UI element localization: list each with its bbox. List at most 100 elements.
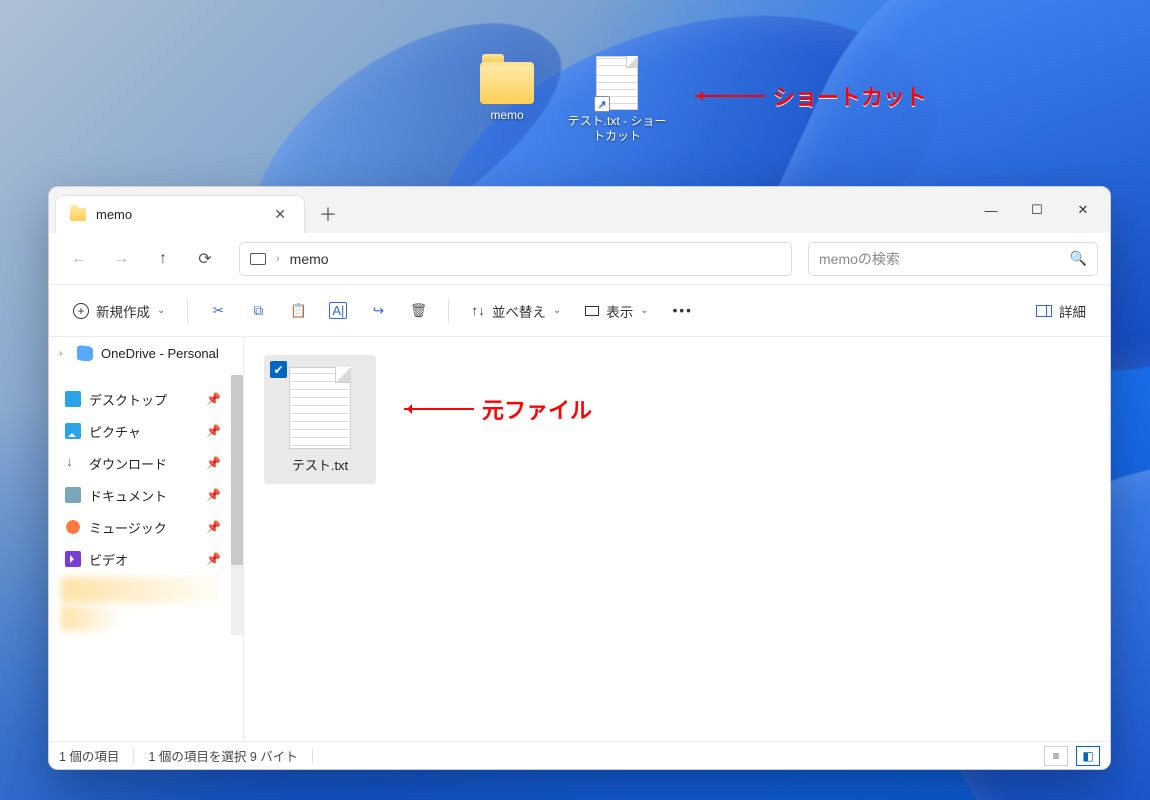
annotation-shortcut: ショートカット (695, 80, 927, 112)
desktop-icon-label: テスト.txt - ショートカット (567, 114, 667, 144)
sidebar-item-documents[interactable]: ドキュメント 📌 (49, 479, 243, 511)
selection-checkbox[interactable]: ✔ (270, 361, 287, 378)
trash-icon: 🗑 (410, 303, 427, 319)
search-placeholder: memoの検索 (819, 249, 900, 269)
nav-forward-button[interactable]: → (103, 241, 139, 277)
navigation-pane: › OneDrive - Personal デスクトップ 📌 ピクチャ 📌 (49, 337, 244, 741)
sidebar-item-label: ドキュメント (89, 486, 167, 505)
desktop-icon-folder-memo[interactable]: memo (457, 62, 557, 123)
pictures-icon (65, 423, 81, 439)
sidebar-item-label: ダウンロード (89, 454, 167, 473)
paste-button[interactable]: 📋 (280, 294, 316, 328)
nav-up-button[interactable]: ↑ (145, 241, 181, 277)
chevron-down-icon: ⌄ (157, 305, 165, 316)
documents-icon (65, 487, 81, 503)
sidebar-item-label: ミュージック (89, 518, 167, 537)
maximize-button[interactable]: ☐ (1014, 187, 1060, 233)
sort-button[interactable]: ↑↓ 並べ替え ⌄ (461, 294, 571, 328)
explorer-body: › OneDrive - Personal デスクトップ 📌 ピクチャ 📌 (49, 337, 1110, 741)
new-item-label: 新規作成 (96, 301, 150, 321)
scissors-icon: ✂ (213, 303, 224, 319)
chevron-down-icon: ⌄ (640, 305, 648, 316)
chevron-down-icon: ⌄ (553, 305, 561, 316)
minimize-button[interactable]: ― (968, 187, 1014, 233)
sidebar-item-label: ピクチャ (89, 422, 141, 441)
view-icon (585, 306, 599, 316)
share-icon: ↪ (373, 303, 384, 319)
plus-circle-icon: + (73, 303, 89, 319)
annotation-original-file: 元ファイル (404, 393, 592, 425)
tab-close-button[interactable]: ✕ (270, 204, 290, 225)
new-item-button[interactable]: + 新規作成 ⌄ (63, 294, 175, 328)
cut-button[interactable]: ✂ (200, 294, 236, 328)
file-explorer-window: memo ✕ ＋ ― ☐ ✕ ← → ↑ ⟳ › memo memoの検索 (48, 186, 1111, 770)
address-bar[interactable]: › memo (239, 242, 792, 276)
view-mode-list-button[interactable]: ≡ (1044, 746, 1068, 766)
desktop: memo ↗ テスト.txt - ショートカット ショートカット memo ✕ … (0, 0, 1150, 800)
new-tab-button[interactable]: ＋ (311, 197, 345, 231)
desktop-icon (65, 391, 81, 407)
window-tab-memo[interactable]: memo ✕ (55, 195, 305, 233)
videos-icon (65, 551, 81, 567)
address-bar-row: ← → ↑ ⟳ › memo memoの検索 🔍 (49, 233, 1110, 285)
sidebar-item-music[interactable]: ミュージック 📌 (49, 511, 243, 543)
sidebar-item-label: OneDrive - Personal (101, 346, 219, 361)
status-bar: 1 個の項目 1 個の項目を選択 9 バイト ≡ ◧ (49, 741, 1110, 769)
toolbar-separator (448, 299, 449, 323)
sidebar-item-redacted[interactable] (61, 577, 229, 603)
sidebar-item-label: ビデオ (89, 550, 128, 569)
sidebar-item-desktop[interactable]: デスクトップ 📌 (49, 383, 243, 415)
pin-icon: 📌 (206, 552, 221, 566)
view-button[interactable]: 表示 ⌄ (575, 294, 658, 328)
clipboard-icon: 📋 (290, 303, 307, 319)
annotation-text: ショートカット (773, 80, 927, 112)
view-mode-icons-button[interactable]: ◧ (1076, 746, 1100, 766)
text-file-icon (289, 367, 351, 449)
sidebar-item-pictures[interactable]: ピクチャ 📌 (49, 415, 243, 447)
rename-button[interactable]: A| (320, 294, 356, 328)
search-box[interactable]: memoの検索 🔍 (808, 242, 1098, 276)
onedrive-icon (77, 345, 93, 361)
nav-refresh-button[interactable]: ⟳ (187, 241, 223, 277)
details-pane-button[interactable]: 詳細 (1026, 294, 1096, 328)
chevron-right-icon: › (59, 348, 69, 359)
sidebar-item-downloads[interactable]: ダウンロード 📌 (49, 447, 243, 479)
share-button[interactable]: ↪ (360, 294, 396, 328)
copy-icon: ⧉ (254, 303, 264, 319)
titlebar: memo ✕ ＋ ― ☐ ✕ (49, 187, 1110, 233)
pin-icon: 📌 (206, 456, 221, 470)
ellipsis-icon: ••• (673, 303, 693, 318)
delete-button[interactable]: 🗑 (400, 294, 436, 328)
breadcrumb-current[interactable]: memo (290, 251, 329, 267)
music-icon (65, 519, 81, 535)
annotation-text: 元ファイル (482, 393, 592, 425)
pin-icon: 📌 (206, 520, 221, 534)
sidebar-item-label: デスクトップ (89, 390, 167, 409)
file-item-test-txt[interactable]: ✔ テスト.txt (264, 355, 376, 484)
desktop-icon-label: memo (457, 108, 557, 123)
file-list-area[interactable]: ✔ テスト.txt 元ファイル (244, 337, 1110, 741)
more-button[interactable]: ••• (663, 294, 703, 328)
copy-button[interactable]: ⧉ (240, 294, 276, 328)
sidebar-item-onedrive[interactable]: › OneDrive - Personal (49, 337, 243, 369)
pin-icon: 📌 (206, 488, 221, 502)
window-controls: ― ☐ ✕ (968, 187, 1106, 233)
folder-icon (70, 208, 86, 221)
pin-icon: 📌 (206, 424, 221, 438)
toolbar-separator (187, 299, 188, 323)
view-label: 表示 (606, 301, 633, 321)
status-selection: 1 個の項目を選択 9 バイト (148, 746, 297, 765)
close-window-button[interactable]: ✕ (1060, 187, 1106, 233)
desktop-icon-shortcut-test-txt[interactable]: ↗ テスト.txt - ショートカット (567, 56, 667, 144)
search-icon: 🔍 (1070, 250, 1087, 267)
pin-icon: 📌 (206, 392, 221, 406)
rename-icon: A| (329, 302, 347, 319)
sidebar-item-videos[interactable]: ビデオ 📌 (49, 543, 243, 575)
breadcrumb-chevron-icon: › (276, 253, 280, 265)
sort-label: 並べ替え (492, 301, 546, 321)
sidebar-scrollbar-thumb[interactable] (231, 375, 243, 565)
nav-back-button[interactable]: ← (61, 241, 97, 277)
file-name-label: テスト.txt (270, 455, 370, 474)
sidebar-item-redacted[interactable] (61, 605, 121, 631)
status-item-count: 1 個の項目 (59, 746, 119, 765)
